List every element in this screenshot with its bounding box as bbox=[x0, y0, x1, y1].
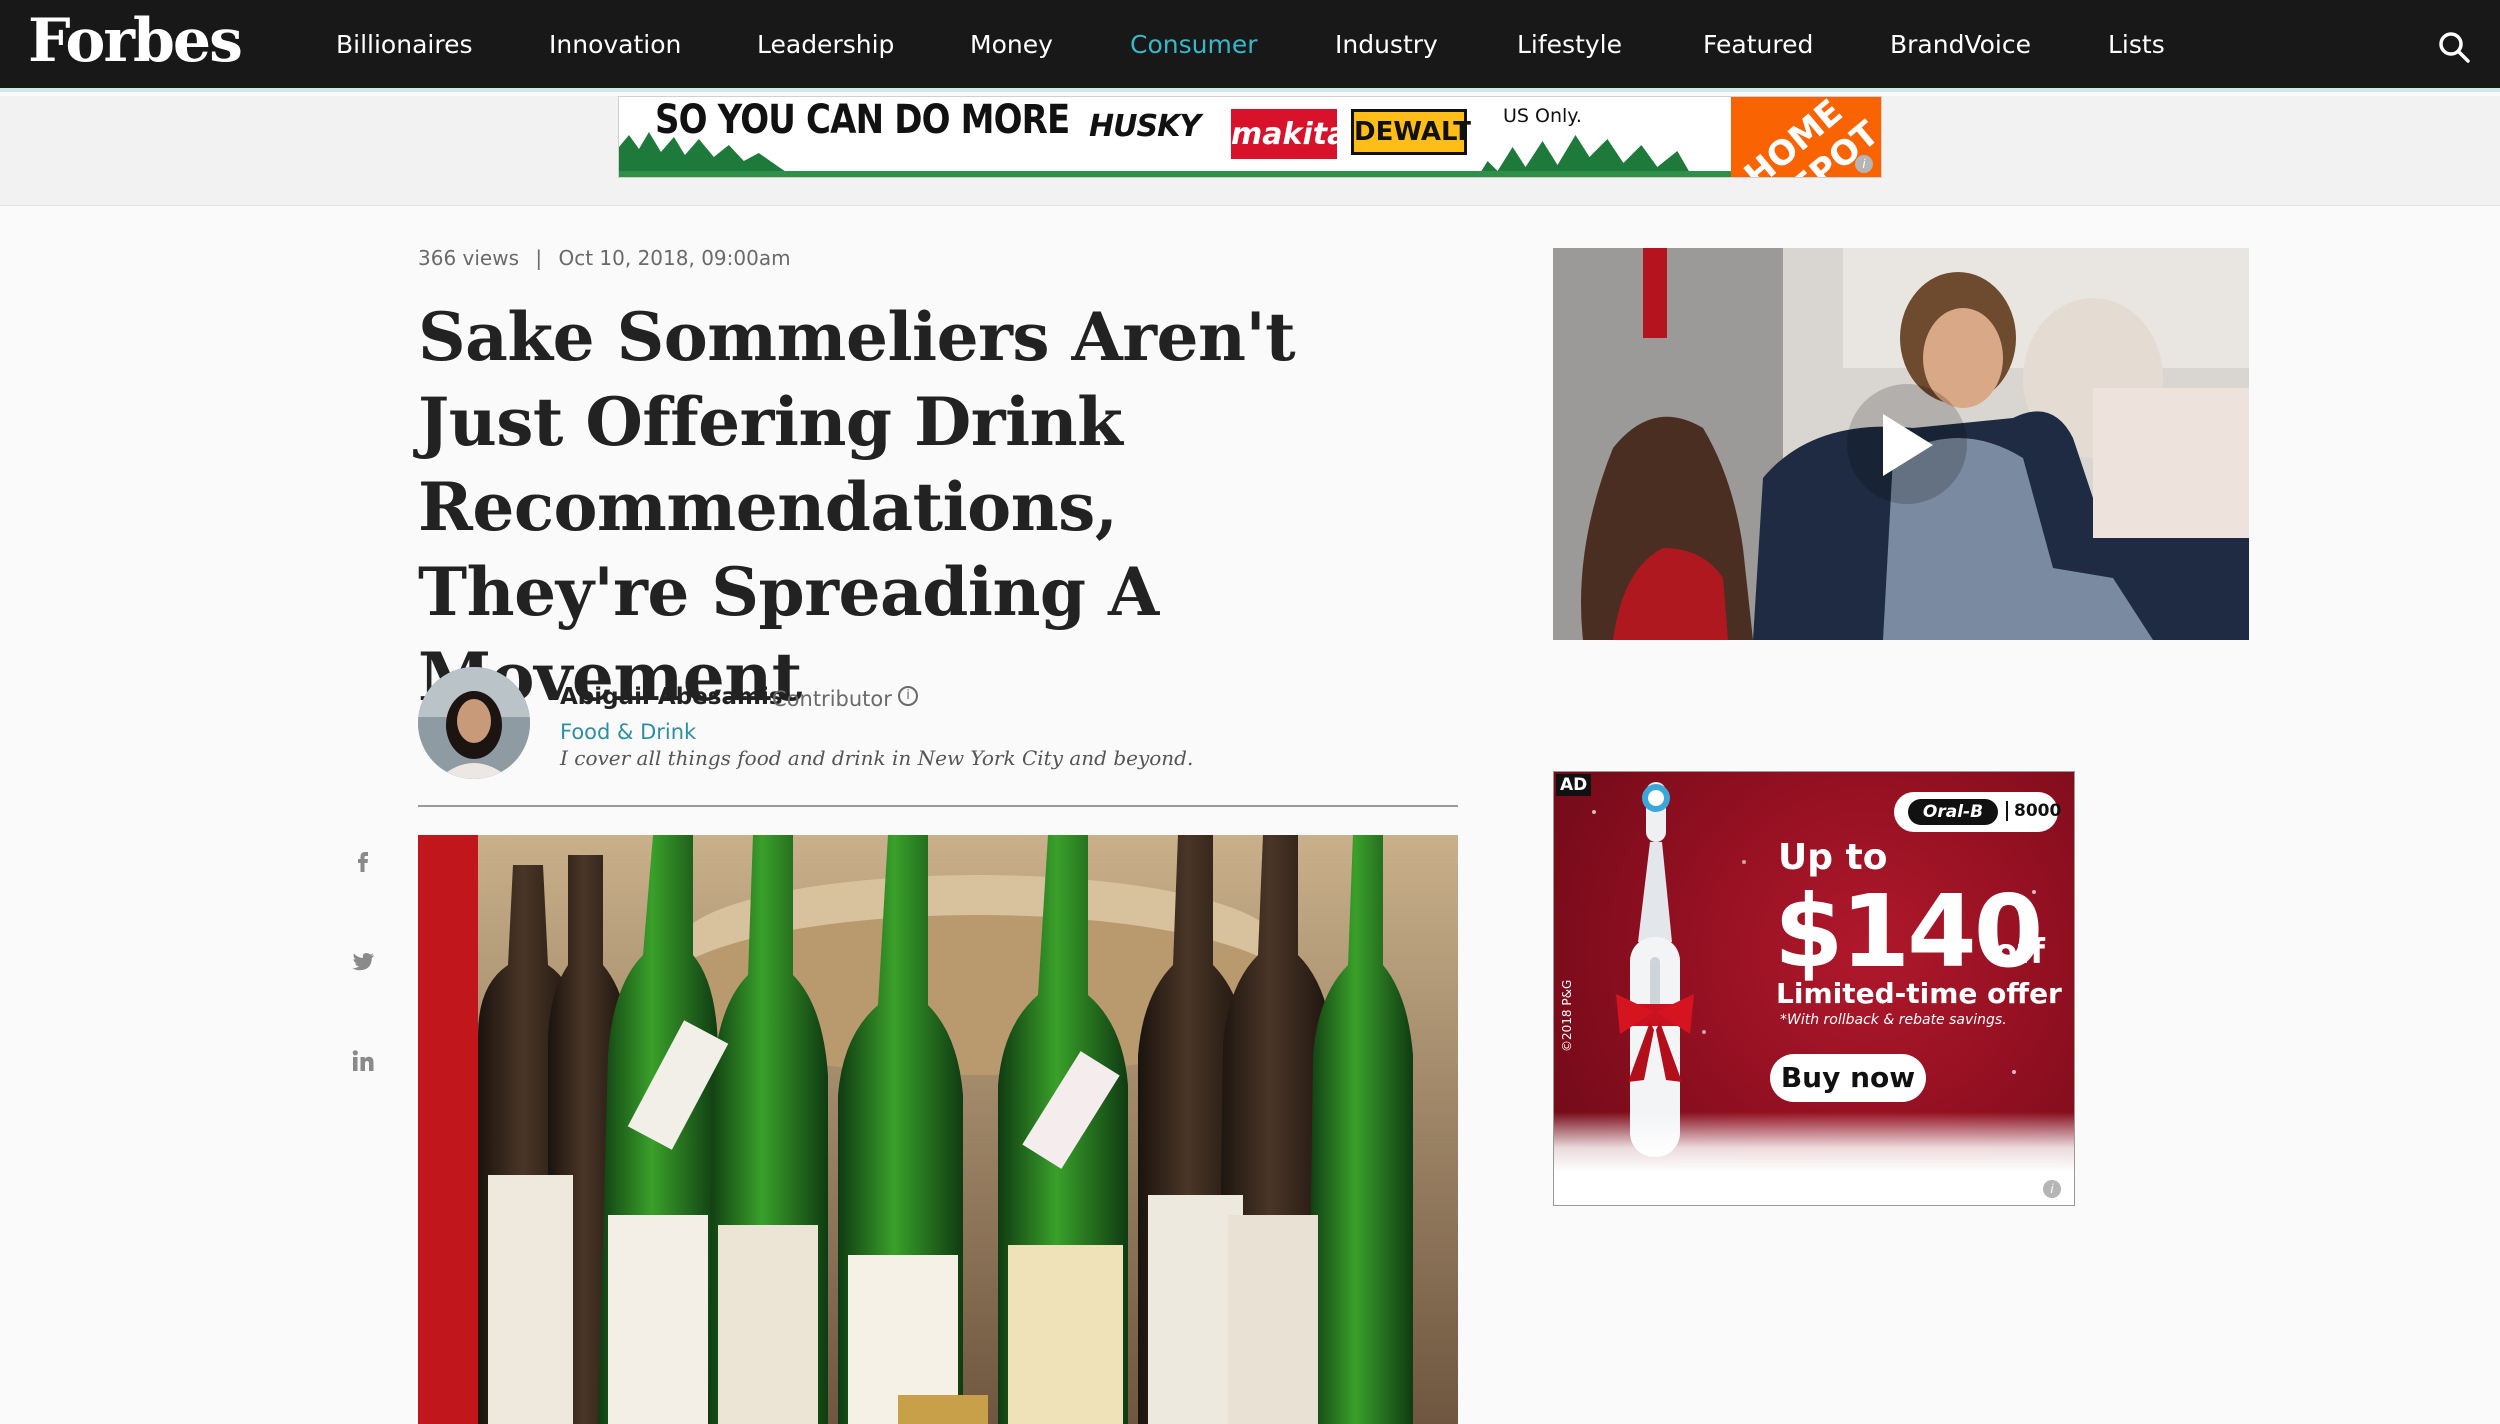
video-player[interactable] bbox=[1553, 248, 2249, 640]
nav-item-industry[interactable]: Industry bbox=[1335, 30, 1438, 59]
top-navigation-bar: Forbes Billionaires Innovation Leadershi… bbox=[0, 0, 2500, 92]
ad-label: AD bbox=[1556, 774, 1592, 796]
sake-bottles-photo bbox=[418, 835, 1458, 1424]
oral-b-logo: Oral-B bbox=[1908, 799, 1998, 825]
ad-off: off bbox=[1994, 932, 2045, 972]
twitter-icon[interactable] bbox=[348, 946, 378, 976]
ad-note: US Only. bbox=[1503, 105, 1582, 127]
author-role: Contributor bbox=[772, 687, 892, 711]
product-model: 8000 bbox=[2006, 801, 2061, 821]
top-ad-area: SO YOU CAN DO MORE HUSKY makita DEWALT U… bbox=[0, 96, 2500, 206]
oral-b-side-ad[interactable]: Oral-B 8000 Up to $140 off Limited-time … bbox=[1553, 771, 2075, 1206]
makita-logo: makita bbox=[1231, 109, 1347, 159]
home-depot-banner-ad[interactable]: SO YOU CAN DO MORE HUSKY makita DEWALT U… bbox=[618, 96, 1882, 178]
author-name[interactable]: Abigail Abesamis bbox=[560, 684, 783, 710]
ad-info-icon[interactable]: i bbox=[2043, 1180, 2061, 1198]
nav-item-billionaires[interactable]: Billionaires bbox=[336, 30, 472, 59]
oral-b-badge: Oral-B 8000 bbox=[1894, 792, 2061, 832]
ad-up-to: Up to bbox=[1778, 837, 1888, 878]
ad-info-icon[interactable]: i bbox=[1855, 155, 1873, 173]
nav-item-consumer[interactable]: Consumer bbox=[1130, 30, 1257, 59]
author-avatar[interactable] bbox=[418, 667, 530, 779]
ad-slogan: SO YOU CAN DO MORE bbox=[655, 97, 1070, 143]
video-thumbnail bbox=[1553, 248, 2249, 640]
nav-item-featured[interactable]: Featured bbox=[1703, 30, 1813, 59]
nav-item-leadership[interactable]: Leadership bbox=[757, 30, 894, 59]
buy-now-button[interactable]: Buy now bbox=[1770, 1054, 1926, 1102]
publish-date: Oct 10, 2018, 09:00am bbox=[558, 246, 791, 270]
forbes-logo[interactable]: Forbes bbox=[28, 6, 243, 76]
search-icon[interactable] bbox=[2437, 30, 2471, 64]
nav-item-lists[interactable]: Lists bbox=[2108, 30, 2165, 59]
meta-separator: | bbox=[535, 246, 543, 270]
linkedin-icon[interactable] bbox=[348, 1046, 378, 1076]
nav-item-innovation[interactable]: Innovation bbox=[549, 30, 681, 59]
article-title: Sake Sommeliers Aren't Just Offering Dri… bbox=[418, 298, 1296, 716]
snow-decoration bbox=[1554, 1112, 2074, 1172]
info-icon[interactable]: i bbox=[898, 686, 918, 706]
ad-background: Oral-B 8000 Up to $140 off Limited-time … bbox=[1554, 772, 2074, 1172]
ad-copyright: ©2018 P&G bbox=[1560, 979, 1574, 1052]
dewalt-logo: DEWALT bbox=[1351, 109, 1471, 155]
article-hero-image[interactable] bbox=[418, 835, 1458, 1424]
husky-logo: HUSKY bbox=[1089, 109, 1201, 144]
channel-link[interactable]: Food & Drink bbox=[560, 720, 696, 744]
facebook-icon[interactable] bbox=[348, 846, 378, 876]
article-meta: 366 views | Oct 10, 2018, 09:00am bbox=[418, 246, 791, 270]
nav-item-brandvoice[interactable]: BrandVoice bbox=[1890, 30, 2031, 59]
ad-fine-print: *With rollback & rebate savings. bbox=[1780, 1012, 2007, 1028]
author-portrait bbox=[418, 667, 530, 779]
author-bio: I cover all things food and drink in New… bbox=[560, 746, 1194, 770]
ad-offer: Limited-time offer bbox=[1776, 977, 2062, 1010]
nav-item-money[interactable]: Money bbox=[970, 30, 1053, 59]
nav-item-lifestyle[interactable]: Lifestyle bbox=[1517, 30, 1622, 59]
view-count: 366 views bbox=[418, 246, 520, 270]
divider bbox=[418, 805, 1458, 807]
